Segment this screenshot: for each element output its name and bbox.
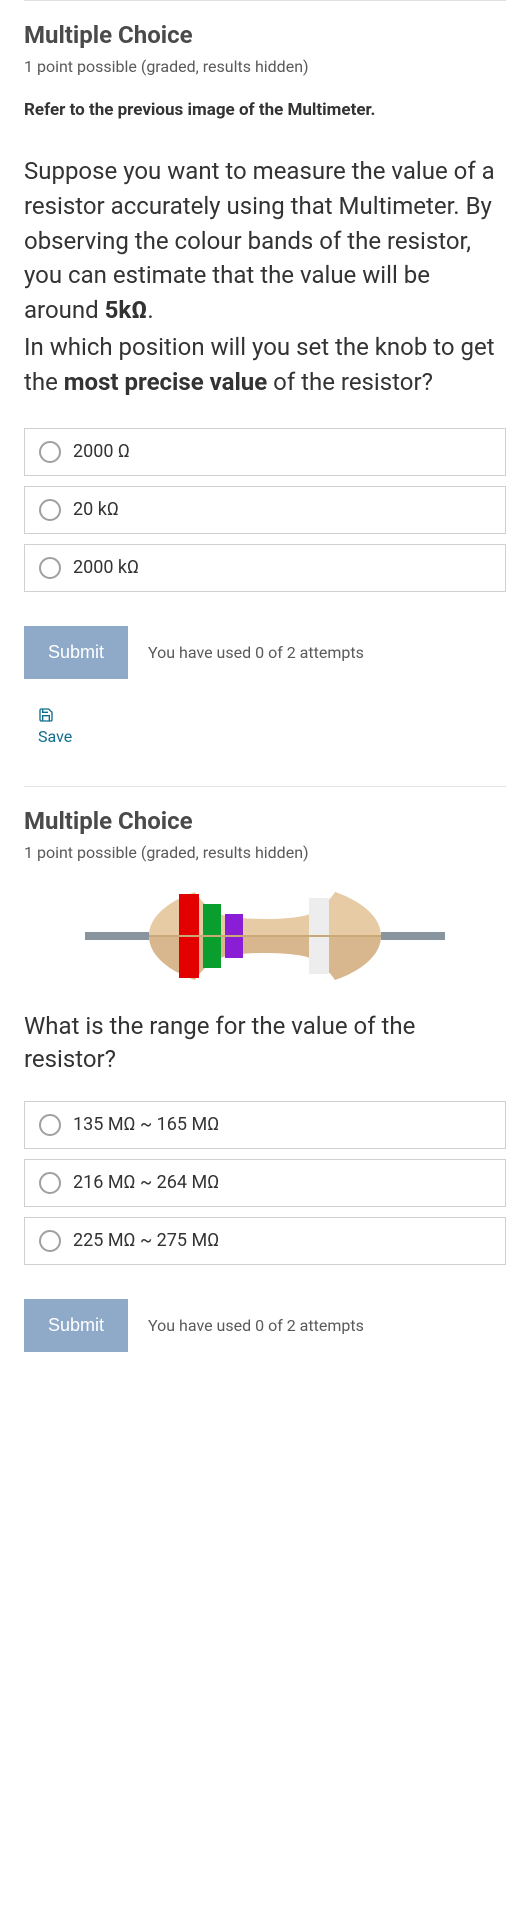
option-label: 2000 Ω — [73, 441, 130, 462]
option-label: 216 MΩ ~ 264 MΩ — [73, 1172, 219, 1193]
question-2: Multiple Choice 1 point possible (graded… — [24, 807, 506, 1392]
question-meta: 1 point possible (graded, results hidden… — [24, 843, 506, 862]
q2-option-0[interactable]: 135 MΩ ~ 165 MΩ — [24, 1101, 506, 1149]
radio-icon — [39, 1114, 61, 1136]
q1-para1a: Suppose you want to measure the value of… — [24, 157, 495, 324]
attempts-text: You have used 0 of 2 attempts — [148, 643, 364, 662]
radio-icon — [39, 1172, 61, 1194]
q1-options: 2000 Ω 20 kΩ 2000 kΩ — [24, 428, 506, 592]
q2-option-2[interactable]: 225 MΩ ~ 275 MΩ — [24, 1217, 506, 1265]
option-label: 225 MΩ ~ 275 MΩ — [73, 1230, 219, 1251]
q2-question-text: What is the range for the value of the r… — [24, 1010, 506, 1077]
radio-icon — [39, 1230, 61, 1252]
resistor-image — [24, 886, 506, 986]
radio-icon — [39, 557, 61, 579]
submit-button[interactable]: Submit — [24, 1299, 128, 1352]
question-meta: 1 point possible (graded, results hidden… — [24, 57, 506, 76]
question-title: Multiple Choice — [24, 21, 506, 49]
q1-option-1[interactable]: 20 kΩ — [24, 486, 506, 534]
q2-options: 135 MΩ ~ 165 MΩ 216 MΩ ~ 264 MΩ 225 MΩ ~… — [24, 1101, 506, 1265]
radio-icon — [39, 499, 61, 521]
q1-option-0[interactable]: 2000 Ω — [24, 428, 506, 476]
save-icon — [38, 707, 54, 723]
save-button[interactable]: Save — [24, 699, 86, 766]
q1-submit-row: Submit You have used 0 of 2 attempts — [24, 626, 506, 679]
option-label: 20 kΩ — [73, 499, 119, 520]
save-label: Save — [38, 727, 72, 746]
resistor-lead-right — [381, 932, 445, 940]
q2-submit-row: Submit You have used 0 of 2 attempts — [24, 1299, 506, 1352]
q1-para1-bold: 5kΩ — [105, 296, 148, 324]
q1-para2-bold: most precise value — [64, 368, 267, 396]
resistor-body — [149, 892, 381, 980]
option-label: 2000 kΩ — [73, 557, 139, 578]
q2-option-1[interactable]: 216 MΩ ~ 264 MΩ — [24, 1159, 506, 1207]
divider — [24, 786, 506, 787]
resistor-lead-left — [85, 932, 149, 940]
question-title: Multiple Choice — [24, 807, 506, 835]
q1-para1b: . — [147, 296, 153, 324]
q1-para2b: of the resistor? — [267, 368, 433, 396]
radio-icon — [39, 441, 61, 463]
question-body: Suppose you want to measure the value of… — [24, 154, 506, 400]
submit-button[interactable]: Submit — [24, 626, 128, 679]
question-1: Multiple Choice 1 point possible (graded… — [24, 0, 506, 786]
refer-text: Refer to the previous image of the Multi… — [24, 100, 506, 120]
q1-option-2[interactable]: 2000 kΩ — [24, 544, 506, 592]
option-label: 135 MΩ ~ 165 MΩ — [73, 1114, 219, 1135]
attempts-text: You have used 0 of 2 attempts — [148, 1316, 364, 1335]
